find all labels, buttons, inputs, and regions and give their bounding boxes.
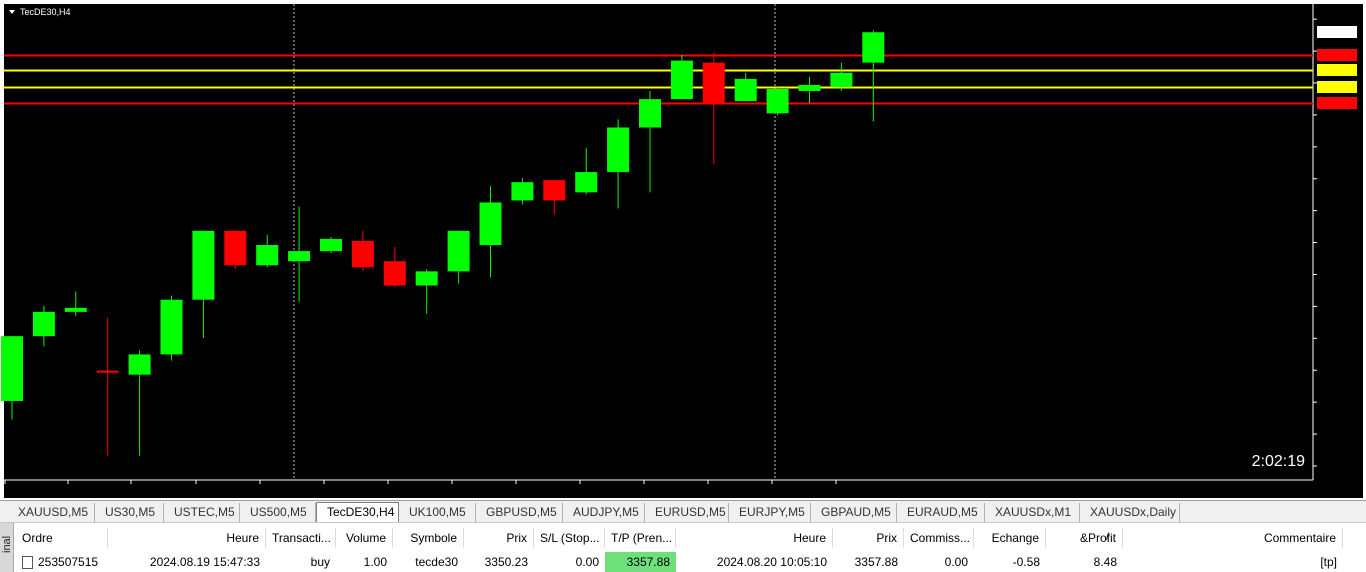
candle-body (32, 311, 55, 337)
candle-body (766, 88, 789, 114)
candle-body (798, 84, 821, 91)
candle-body (288, 251, 311, 262)
terminal-side-handle[interactable]: inal (0, 523, 14, 572)
chart-tab[interactable]: UK100,M5 (399, 503, 476, 522)
cell-heure: 2024.08.19 15:47:33 (149, 555, 260, 569)
chart-tab[interactable]: EURJPY,M5 (729, 503, 811, 522)
cell-symbole: tecde30 (415, 555, 458, 569)
cell-commission: 0.00 (944, 555, 968, 569)
cell-volume: 1.00 (363, 555, 387, 569)
column-header[interactable]: Volume (336, 528, 393, 548)
column-header[interactable]: Transacti... (266, 528, 336, 548)
candle-body (543, 180, 566, 201)
candle-body (1, 336, 23, 402)
candle-body (511, 182, 534, 201)
cell-tp: 3357.88 (605, 552, 676, 572)
candle-body (415, 271, 438, 286)
candle-body (351, 240, 374, 268)
time-axis (4, 480, 1363, 498)
column-header[interactable]: Prix (833, 528, 904, 548)
chart-tab[interactable]: US30,M5 (95, 503, 164, 522)
chart-tab[interactable]: EURAUD,M5 (897, 503, 985, 522)
chart-tab[interactable]: EURUSD,M5 (645, 503, 729, 522)
candle-body (702, 62, 725, 104)
level-price-label-bg (1317, 49, 1357, 61)
terminal-panel: inal Ordre Heure Transacti... Volume Symbole… (0, 522, 1366, 572)
column-header[interactable]: Ordre (16, 528, 108, 548)
column-header[interactable]: Symbole (393, 528, 464, 548)
cell-echange: -0.58 (1012, 555, 1040, 569)
chart-tab[interactable]: GBPUSD,M5 (476, 503, 563, 522)
candle-body (64, 307, 87, 312)
candle-body (639, 99, 661, 128)
candle-body (383, 261, 406, 286)
bar-countdown: 2:02:19 (1252, 453, 1305, 470)
candle-body (224, 230, 247, 266)
cell-sl: 0.00 (575, 555, 599, 569)
column-header[interactable]: Heure (676, 528, 833, 548)
candle-body (670, 60, 693, 100)
column-header[interactable]: Commentaire (1123, 528, 1343, 548)
level-price-label-bg (1317, 81, 1357, 93)
chart-tab[interactable]: GBPAUD,M5 (811, 503, 897, 522)
chart-tabs-bar: XAUUSD,M5 US30,M5 USTEC,M5 US500,M5 TecDE30,… (0, 500, 1366, 522)
price-chart[interactable]: TecDE30,H4 2:02:19 (0, 0, 1366, 500)
sort-indicator-icon: / (1106, 532, 1109, 543)
order-document-icon (22, 556, 33, 569)
cell-prix2: 3357.88 (854, 555, 898, 569)
chart-tab[interactable]: TecDE30,H4 (316, 502, 399, 522)
column-header[interactable]: Commiss... (904, 528, 974, 548)
chart-tab[interactable]: XAUUSDx,Daily (1080, 503, 1180, 522)
candle-body (320, 238, 342, 252)
chart-tab[interactable]: USTEC,M5 (164, 503, 240, 522)
candle-body (830, 72, 853, 87)
chart-tab[interactable]: AUDJPY,M5 (563, 503, 645, 522)
column-header[interactable]: Echange (974, 528, 1046, 548)
candle-body (160, 299, 183, 355)
cell-profit: 8.48 (1093, 555, 1117, 569)
column-header[interactable]: S/L (Stop... (534, 528, 605, 548)
chart-canvas[interactable]: TecDE30,H4 2:02:19 (0, 0, 1366, 500)
chart-tab[interactable]: XAUUSDx,M1 (985, 503, 1080, 522)
candle-body (96, 370, 119, 373)
column-header[interactable]: Heure (108, 528, 266, 548)
terminal-side-label: inal (1, 535, 13, 553)
candle-body (447, 230, 470, 272)
column-header[interactable]: T/P (Pren... (605, 528, 676, 548)
trading-terminal-window: TecDE30,H4 2:02:19 XAUUSD,M5 US30,M5 USTEC… (0, 0, 1366, 572)
current-price-label-bg (1317, 26, 1357, 38)
cell-transaction: buy (310, 555, 330, 569)
candle-body (734, 78, 757, 102)
chart-tab[interactable]: XAUUSD,M5 (8, 503, 95, 522)
candle-body (575, 172, 598, 193)
candle-body (607, 127, 630, 173)
chart-tab[interactable]: US500,M5 (240, 503, 316, 522)
level-price-label-bg (1317, 64, 1357, 76)
column-header[interactable]: Prix (464, 528, 534, 548)
cell-commentaire: [tp] (1320, 555, 1337, 569)
cell-prix: 3350.23 (484, 555, 528, 569)
candle-body (256, 245, 279, 266)
level-price-label-bg (1317, 97, 1357, 109)
symbol-label: TecDE30,H4 (20, 7, 71, 17)
candle-body (862, 32, 885, 63)
candle-body (128, 354, 151, 375)
candle-body (479, 202, 502, 245)
cell-heure2: 2024.08.20 10:05:10 (716, 555, 827, 569)
candle-body (192, 230, 215, 300)
